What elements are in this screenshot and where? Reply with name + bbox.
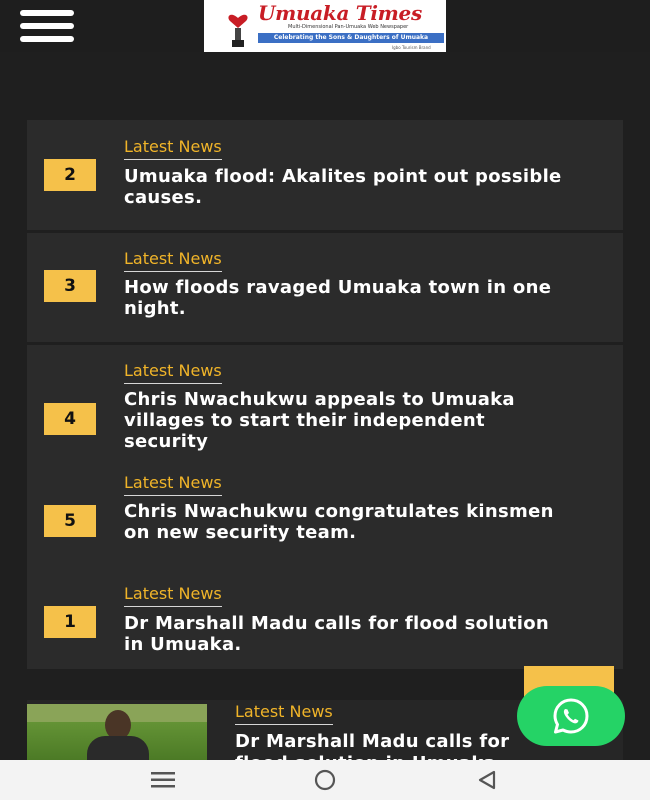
top-header: Umuaka Times Multi-Dimensional Pan-Umuak… bbox=[0, 0, 650, 52]
article-thumbnail[interactable] bbox=[27, 704, 207, 760]
system-nav-bar bbox=[0, 760, 650, 800]
headline-item[interactable]: 1 Latest News Dr Marshall Madu calls for… bbox=[27, 569, 623, 669]
headline-item[interactable]: 5 Latest News Chris Nwachukwu congratula… bbox=[27, 459, 623, 569]
headlines-card: 2 Latest News Umuaka flood: Akalites poi… bbox=[27, 120, 623, 669]
headline-title[interactable]: Dr Marshall Madu calls for flood solutio… bbox=[124, 613, 564, 655]
rank-badge: 1 bbox=[44, 606, 96, 638]
logo-brand-text: Umuaka Times bbox=[258, 1, 422, 25]
category-label[interactable]: Latest News bbox=[124, 361, 222, 384]
rank-badge: 2 bbox=[44, 159, 96, 191]
whatsapp-icon bbox=[553, 698, 589, 734]
back-icon[interactable] bbox=[467, 768, 507, 792]
headline-item[interactable]: 2 Latest News Umuaka flood: Akalites poi… bbox=[27, 120, 623, 230]
logo-tagline: Celebrating the Sons & Daughters of Umua… bbox=[258, 33, 444, 43]
rank-badge: 5 bbox=[44, 505, 96, 537]
feature-title[interactable]: Dr Marshall Madu calls for flood solutio… bbox=[235, 731, 565, 760]
headline-title[interactable]: Umuaka flood: Akalites point out possibl… bbox=[124, 166, 564, 208]
hamburger-menu-icon[interactable] bbox=[20, 10, 74, 44]
headline-title[interactable]: Chris Nwachukwu congratulates kinsmen on… bbox=[124, 501, 564, 543]
rank-badge: 4 bbox=[44, 403, 96, 435]
headline-item[interactable]: 3 Latest News How floods ravaged Umuaka … bbox=[27, 233, 623, 342]
logo-small-text: Multi-Dimensional Pan-Umuaka Web Newspap… bbox=[288, 24, 409, 30]
site-logo[interactable]: Umuaka Times Multi-Dimensional Pan-Umuak… bbox=[204, 0, 446, 52]
whatsapp-button[interactable] bbox=[517, 686, 625, 746]
rank-badge: 3 bbox=[44, 270, 96, 302]
category-label[interactable]: Latest News bbox=[124, 249, 222, 272]
headline-item[interactable]: 4 Latest News Chris Nwachukwu appeals to… bbox=[27, 345, 623, 459]
category-label[interactable]: Latest News bbox=[235, 702, 333, 725]
headline-title[interactable]: How floods ravaged Umuaka town in one ni… bbox=[124, 277, 564, 319]
category-label[interactable]: Latest News bbox=[124, 473, 222, 496]
category-label[interactable]: Latest News bbox=[124, 584, 222, 607]
logo-subtext: Igbo Tourism Brand bbox=[392, 45, 431, 50]
recent-apps-icon[interactable] bbox=[143, 768, 183, 792]
category-label[interactable]: Latest News bbox=[124, 137, 222, 160]
headline-title[interactable]: Chris Nwachukwu appeals to Umuaka villag… bbox=[124, 389, 564, 452]
logo-mark-icon bbox=[228, 14, 248, 47]
home-icon[interactable] bbox=[305, 768, 345, 792]
